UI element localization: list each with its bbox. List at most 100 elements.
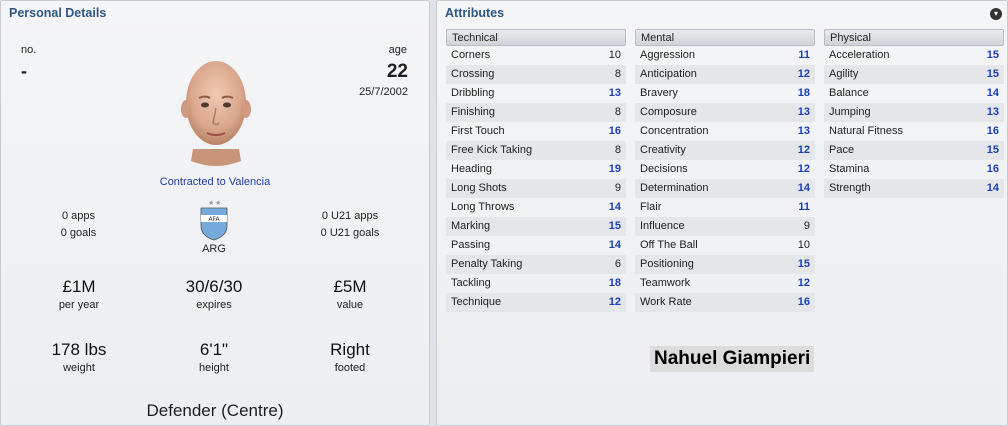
attribute-value: 12 bbox=[797, 68, 810, 80]
attribute-row[interactable]: Crossing 8 bbox=[446, 65, 626, 84]
attribute-name: Tackling bbox=[451, 277, 491, 289]
contract-status[interactable]: Contracted to Valencia bbox=[1, 176, 429, 188]
attribute-row[interactable]: Anticipation 12 bbox=[635, 65, 815, 84]
personal-details-title: Personal Details bbox=[9, 6, 107, 20]
attribute-value: 9 bbox=[803, 220, 810, 232]
attribute-row[interactable]: Flair 11 bbox=[635, 198, 815, 217]
attribute-name: Determination bbox=[640, 182, 709, 194]
attribute-name: First Touch bbox=[451, 125, 505, 137]
attribute-row[interactable]: Concentration 13 bbox=[635, 122, 815, 141]
age-label: age bbox=[388, 44, 407, 56]
attribute-row[interactable]: Free Kick Taking 8 bbox=[446, 141, 626, 160]
physical-column: Physical Acceleration 15 Agility 15 Balance 1… bbox=[824, 29, 1004, 198]
attribute-value: 16 bbox=[608, 125, 621, 137]
attribute-name: Heading bbox=[451, 163, 492, 175]
height-label: height bbox=[199, 362, 229, 374]
player-name: Nahuel Giampieri bbox=[650, 346, 815, 372]
attribute-row[interactable]: Dribbling 13 bbox=[446, 84, 626, 103]
attribute-row[interactable]: Agility 15 bbox=[824, 65, 1004, 84]
attribute-row[interactable]: Teamwork 12 bbox=[635, 274, 815, 293]
attribute-value: 12 bbox=[797, 163, 810, 175]
attribute-row[interactable]: Aggression 11 bbox=[635, 46, 815, 65]
attribute-row[interactable]: Stamina 16 bbox=[824, 160, 1004, 179]
attribute-name: Acceleration bbox=[829, 49, 890, 61]
attribute-row[interactable]: Bravery 18 bbox=[635, 84, 815, 103]
attribute-row[interactable]: Composure 13 bbox=[635, 103, 815, 122]
attribute-row[interactable]: Corners 10 bbox=[446, 46, 626, 65]
attribute-row[interactable]: Creativity 12 bbox=[635, 141, 815, 160]
player-face-image bbox=[181, 61, 251, 166]
attribute-row[interactable]: Strength 14 bbox=[824, 179, 1004, 198]
svg-text:AFA: AFA bbox=[208, 216, 220, 223]
attribute-row[interactable]: Marking 15 bbox=[446, 217, 626, 236]
squad-number-label: no. bbox=[21, 44, 37, 56]
attribute-value: 8 bbox=[614, 106, 621, 118]
attribute-row[interactable]: Finishing 8 bbox=[446, 103, 626, 122]
attribute-value: 9 bbox=[614, 182, 621, 194]
technical-column: Technical Corners 10 Crossing 8 Dribbling 13 F… bbox=[446, 29, 626, 312]
attribute-value: 8 bbox=[614, 144, 621, 156]
attribute-name: Technique bbox=[451, 296, 502, 308]
attribute-row[interactable]: Technique 12 bbox=[446, 293, 626, 312]
attribute-row[interactable]: Heading 19 bbox=[446, 160, 626, 179]
attribute-name: Jumping bbox=[829, 106, 871, 118]
attribute-value: 14 bbox=[608, 239, 621, 251]
attribute-row[interactable]: Work Rate 16 bbox=[635, 293, 815, 312]
svg-text:★: ★ bbox=[208, 199, 214, 207]
attribute-row[interactable]: Tackling 18 bbox=[446, 274, 626, 293]
attribute-row[interactable]: Off The Ball 10 bbox=[635, 236, 815, 255]
u21-goals-count: 0 U21 goals bbox=[320, 227, 380, 239]
nationality-code: ARG bbox=[202, 243, 226, 255]
attribute-name: Positioning bbox=[640, 258, 694, 270]
attribute-value: 16 bbox=[986, 125, 999, 137]
argentina-badge-icon[interactable]: ★ ★ AFA bbox=[197, 198, 231, 242]
attribute-name: Decisions bbox=[640, 163, 688, 175]
attribute-name: Flair bbox=[640, 201, 662, 213]
physical-header: Physical bbox=[824, 29, 1004, 46]
attribute-value: 11 bbox=[798, 201, 810, 213]
attribute-row[interactable]: Long Throws 14 bbox=[446, 198, 626, 217]
attribute-row[interactable]: Jumping 13 bbox=[824, 103, 1004, 122]
attribute-value: 15 bbox=[986, 68, 999, 80]
attribute-row[interactable]: Pace 15 bbox=[824, 141, 1004, 160]
attribute-name: Stamina bbox=[829, 163, 870, 175]
attribute-row[interactable]: Determination 14 bbox=[635, 179, 815, 198]
attribute-row[interactable]: Acceleration 15 bbox=[824, 46, 1004, 65]
attribute-row[interactable]: Influence 9 bbox=[635, 217, 815, 236]
age-value: 22 bbox=[386, 61, 408, 82]
date-of-birth: 25/7/2002 bbox=[359, 86, 408, 98]
attribute-value: 18 bbox=[797, 87, 810, 99]
apps-count: 0 apps bbox=[61, 210, 96, 222]
attribute-row[interactable]: Decisions 12 bbox=[635, 160, 815, 179]
attribute-name: Natural Fitness bbox=[829, 125, 903, 137]
attribute-value: 10 bbox=[608, 49, 621, 61]
footed-label: footed bbox=[334, 362, 366, 374]
svg-text:★: ★ bbox=[215, 199, 221, 207]
attribute-value: 8 bbox=[614, 68, 621, 80]
attribute-name: Creativity bbox=[640, 144, 686, 156]
attribute-value: 18 bbox=[608, 277, 621, 289]
physical-rows: Acceleration 15 Agility 15 Balance 14 Jumping 1… bbox=[824, 46, 1004, 198]
panel-menu-chevron-icon[interactable]: ▾ bbox=[990, 8, 1002, 20]
player-position: Defender (Centre) bbox=[146, 401, 284, 420]
attribute-row[interactable]: First Touch 16 bbox=[446, 122, 626, 141]
attribute-value: 13 bbox=[986, 106, 999, 118]
attribute-value: 15 bbox=[986, 144, 999, 156]
attribute-value: 13 bbox=[797, 106, 810, 118]
attribute-name: Passing bbox=[451, 239, 491, 251]
attribute-row[interactable]: Positioning 15 bbox=[635, 255, 815, 274]
attribute-name: Finishing bbox=[451, 106, 496, 118]
attribute-row[interactable]: Natural Fitness 16 bbox=[824, 122, 1004, 141]
contract-expiry-label: expires bbox=[196, 299, 232, 311]
attribute-name: Pace bbox=[829, 144, 855, 156]
attribute-name: Long Throws bbox=[451, 201, 515, 213]
goals-count: 0 goals bbox=[60, 227, 97, 239]
attribute-name: Corners bbox=[451, 49, 491, 61]
attribute-row[interactable]: Passing 14 bbox=[446, 236, 626, 255]
attribute-name: Concentration bbox=[640, 125, 709, 137]
attribute-row[interactable]: Balance 14 bbox=[824, 84, 1004, 103]
attribute-value: 15 bbox=[797, 258, 810, 270]
attribute-row[interactable]: Penalty Taking 6 bbox=[446, 255, 626, 274]
attribute-row[interactable]: Long Shots 9 bbox=[446, 179, 626, 198]
attribute-value: 15 bbox=[608, 220, 621, 232]
